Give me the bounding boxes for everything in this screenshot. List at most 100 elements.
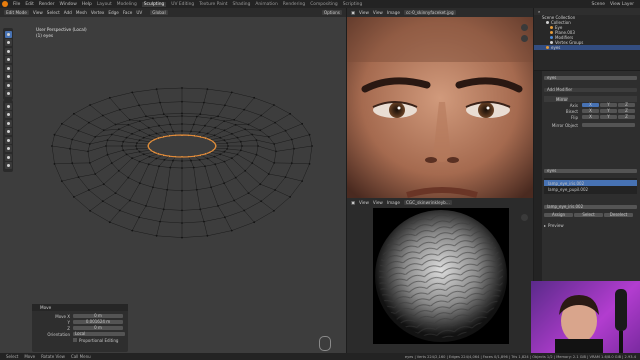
vertex-group-list: lamp_eye_iris.002 lamp_eye_pupil.002 — [544, 178, 637, 194]
mesh-radial-edge — [156, 156, 176, 236]
status-menu-hint: Call Menu — [70, 354, 91, 359]
zoom-icon-bottom[interactable] — [521, 214, 528, 221]
image-bottom-menu-view[interactable]: View — [359, 200, 369, 205]
properties-tabs — [534, 71, 542, 281]
outliner-item-icon — [550, 31, 553, 34]
mesh-radial-edge — [156, 89, 176, 136]
axis-y-toggle[interactable]: Y — [600, 103, 617, 107]
tab-scripting[interactable]: Scripting — [343, 2, 363, 7]
bisect-z-toggle[interactable]: Z — [618, 109, 635, 113]
vgroup-object-field[interactable]: eyes — [544, 169, 637, 173]
editor-type-icon-bottom[interactable]: ▣ — [351, 200, 355, 205]
status-rotate-hint: Rotate View — [41, 354, 65, 359]
tab-compositing[interactable]: Compositing — [310, 2, 338, 7]
image-editor-bottom[interactable]: ▣ View View Image CGC_skinwrinkleyb... — [347, 198, 533, 353]
mesh-radial-edge — [61, 123, 151, 143]
axis-x-toggle[interactable]: X — [582, 103, 599, 107]
outliner-item[interactable]: eyes — [534, 45, 640, 50]
mesh-vertex — [230, 229, 233, 232]
move-z-field[interactable]: 0 m — [73, 326, 123, 330]
top-bar: File Edit Render Window Help Layout Mode… — [0, 0, 640, 8]
tab-texture-paint[interactable]: Texture Paint — [199, 2, 227, 7]
mirror-object-field[interactable] — [582, 123, 635, 127]
menu-window[interactable]: Window — [60, 2, 77, 7]
tab-rendering[interactable]: Rendering — [283, 2, 305, 7]
vgroup-item[interactable]: lamp_eye_pupil.002 — [544, 186, 637, 192]
deselect-button[interactable]: Deselect — [604, 213, 633, 217]
mesh-radial-edge — [54, 147, 149, 165]
object-field[interactable]: eyes — [544, 76, 637, 80]
tab-shading[interactable]: Shading — [233, 2, 251, 7]
move-y-field[interactable]: 0.001624 m — [73, 320, 123, 324]
image-top-menu-view[interactable]: View — [359, 10, 369, 15]
mesh-vertex — [230, 91, 233, 94]
mesh-radial-edge — [109, 97, 164, 138]
mesh-radial-edge — [188, 89, 208, 136]
flip-z-toggle[interactable]: Z — [618, 115, 635, 119]
bisect-y-toggle[interactable]: Y — [600, 109, 617, 113]
image-bottom-name-field[interactable]: CGC_skinwrinkleyb... — [403, 200, 452, 205]
bisect-x-toggle[interactable]: X — [582, 109, 599, 113]
scene-selector[interactable]: Scene — [592, 2, 605, 7]
select-button[interactable]: Select — [574, 213, 603, 217]
move-y-label: Y — [67, 319, 70, 325]
zoom-icon[interactable] — [521, 24, 528, 31]
tab-sculpting[interactable]: Sculpting — [141, 1, 167, 7]
modifier-name-field[interactable]: Mirror — [556, 97, 568, 102]
status-move-hint: Move — [24, 354, 36, 359]
menu-edit[interactable]: Edit — [25, 2, 34, 7]
mesh-radial-edge — [213, 149, 303, 182]
operator-title[interactable]: Move — [32, 304, 128, 311]
webcam-person — [555, 289, 627, 353]
mesh-radial-edge — [109, 154, 164, 223]
blender-logo-icon[interactable] — [2, 1, 8, 7]
mesh-radial-edge — [210, 151, 291, 198]
flip-y-toggle[interactable]: Y — [600, 115, 617, 119]
viewport-3d[interactable]: Edit Mode View Select Add Mesh Vertex Ed… — [0, 8, 346, 353]
proportional-checkbox[interactable] — [73, 338, 77, 342]
menu-help[interactable]: Help — [82, 2, 92, 7]
tab-layout[interactable]: Layout — [97, 2, 112, 7]
image-editor-top-header: ▣ View View Image cc-0_skinnyfaceket.jpg — [347, 8, 533, 17]
tab-uv-editing[interactable]: UV Editing — [171, 2, 194, 7]
outliner-item-icon — [546, 21, 549, 24]
operator-panel: Move Move X 0 m Y 0.001624 m Z 0 m Orien… — [32, 304, 128, 352]
axis-z-toggle[interactable]: Z — [618, 103, 635, 107]
mesh-radial-edge — [215, 147, 310, 165]
orientation-dropdown[interactable]: Local — [73, 332, 125, 336]
assign-button[interactable]: Assign — [544, 213, 573, 217]
properties-editor: eyes Add Modifier Mirror Axis X Y Z Bise… — [534, 71, 640, 281]
tab-modeling[interactable]: Modeling — [117, 2, 137, 7]
mesh-wireframe[interactable] — [0, 8, 346, 353]
flip-x-toggle[interactable]: X — [582, 115, 599, 119]
outliner-item-label: eyes — [551, 45, 561, 50]
image-editor-top[interactable]: ▣ View View Image cc-0_skinnyfaceket.jpg — [347, 8, 533, 198]
vgroup-weight-field[interactable]: lamp_eye_iris.002 — [544, 205, 637, 209]
bisect-label: Bisect — [565, 108, 578, 114]
mesh-radial-edge — [89, 153, 159, 211]
image-top-menu-view-2[interactable]: View — [373, 10, 383, 15]
image-bottom-menu-view-2[interactable]: View — [373, 200, 383, 205]
image-top-name-field[interactable]: cc-0_skinnyfaceket.jpg — [403, 10, 456, 15]
add-modifier-button[interactable]: Add Modifier — [544, 88, 637, 92]
menu-file[interactable]: File — [13, 2, 20, 7]
outliner-filter-icon[interactable]: ⌕ — [538, 9, 540, 14]
status-stats: eyes | Verts 224/2,160 | Edges 224/4,064… — [404, 354, 636, 359]
editor-type-icon[interactable]: ▣ — [351, 10, 355, 15]
mesh-radial-edge — [200, 97, 255, 138]
mesh-radial-edge — [216, 145, 313, 152]
move-x-field[interactable]: 0 m — [73, 314, 123, 318]
view-layer-selector[interactable]: View Layer — [610, 2, 634, 7]
pan-icon[interactable] — [521, 35, 528, 42]
preview-label: Preview — [548, 222, 564, 228]
outliner-header: ⌕ — [534, 8, 640, 15]
image-bottom-menu-image[interactable]: Image — [387, 200, 400, 205]
move-x-label: Move X — [55, 313, 70, 319]
tab-animation[interactable]: Animation — [255, 2, 277, 7]
mirror-object-label: Mirror Object — [551, 122, 578, 128]
image-top-menu-image[interactable]: Image — [387, 10, 400, 15]
preview-collapse-icon[interactable]: ▸ — [544, 223, 546, 228]
outliner-item-icon — [550, 41, 553, 44]
menu-render[interactable]: Render — [39, 2, 55, 7]
outliner: ⌕ Scene Collection Collection Eye Plane.00… — [534, 8, 640, 70]
